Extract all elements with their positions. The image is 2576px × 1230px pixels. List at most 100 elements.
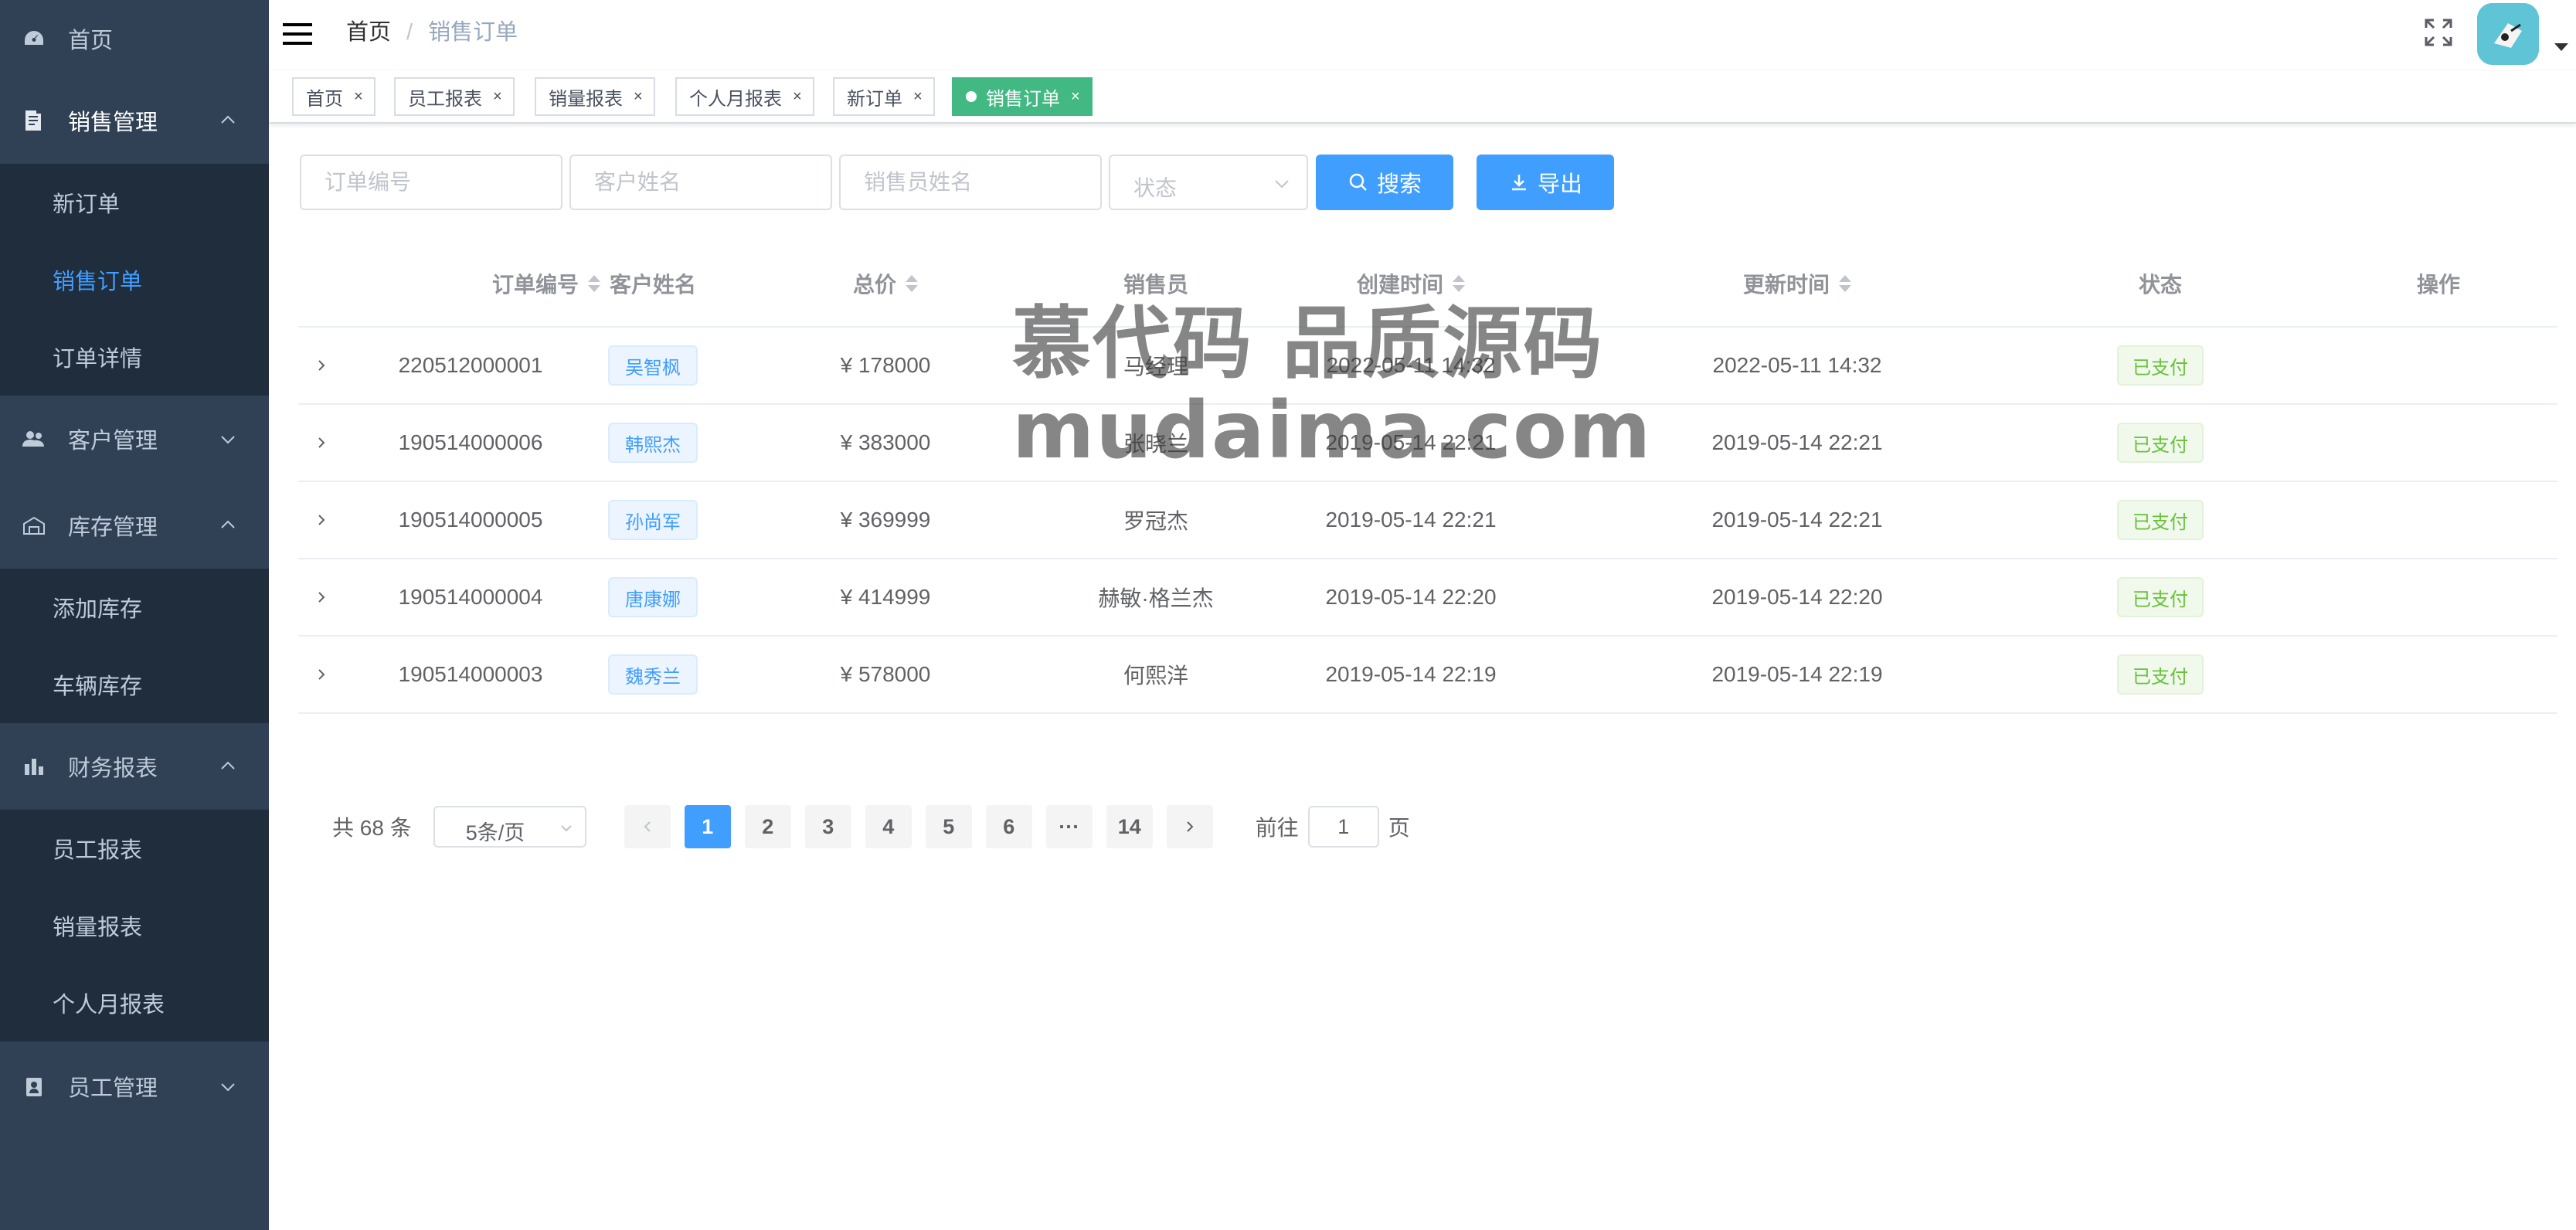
- sidebar-group-sales[interactable]: 销售管理: [0, 77, 269, 164]
- page-button[interactable]: 1: [684, 805, 731, 848]
- sidebar-item-monthly-report[interactable]: 个人月报表: [0, 964, 269, 1041]
- prev-page-button[interactable]: [624, 805, 671, 848]
- sidebar-item-sales-report[interactable]: 销量报表: [0, 887, 269, 964]
- breadcrumb-separator: /: [406, 20, 413, 45]
- sidebar-item-vehicle-stock[interactable]: 车辆库存: [0, 646, 269, 723]
- close-icon[interactable]: ×: [634, 88, 643, 106]
- cell-salesperson: 何熙洋: [1123, 664, 1188, 688]
- sidebar-group-finance[interactable]: 财务报表: [0, 723, 269, 810]
- sidebar-group-inventory[interactable]: 库存管理: [0, 482, 269, 569]
- tag-sales-report[interactable]: 销量报表 ×: [535, 77, 655, 116]
- page-button[interactable]: 4: [865, 805, 912, 848]
- sidebar-item-add-stock[interactable]: 添加库存: [0, 569, 269, 646]
- cell-salesperson: 张晓兰: [1123, 432, 1188, 456]
- close-icon[interactable]: ×: [493, 88, 502, 106]
- sidebar-group-label: 财务报表: [68, 756, 158, 781]
- document-icon: [22, 108, 46, 133]
- page-button[interactable]: 3: [804, 805, 851, 848]
- pagination-total: 共 68 条: [332, 816, 412, 840]
- cell-created: 2019-05-14 22:20: [1325, 585, 1497, 609]
- expand-icon[interactable]: [298, 482, 345, 558]
- table-row: 190514000005 孙尚军 ¥ 369999 罗冠杰 2019-05-14…: [298, 482, 2557, 559]
- page-unit-label: 页: [1388, 816, 1410, 840]
- expand-icon[interactable]: [298, 559, 345, 635]
- cell-status: 已支付: [2083, 405, 2238, 481]
- cell-created: 2019-05-14 22:21: [1325, 508, 1497, 532]
- chevron-up-icon: [221, 520, 235, 528]
- page-size-select[interactable]: 5条/页: [433, 806, 586, 848]
- search-icon: [1349, 173, 1367, 191]
- sort-icon[interactable]: [1839, 275, 1851, 292]
- download-icon: [1511, 175, 1526, 191]
- status-badge: 已支付: [2117, 345, 2204, 386]
- sidebar-group-employees[interactable]: 员工管理: [0, 1041, 269, 1131]
- sidebar-item-sales-order[interactable]: 销售订单: [0, 241, 269, 318]
- navbar: 首页 / 销售订单: [269, 0, 2576, 71]
- fullscreen-icon[interactable]: [2423, 17, 2454, 48]
- expand-icon[interactable]: [298, 328, 345, 403]
- customer-tag: 韩熙杰: [608, 423, 698, 463]
- header-created[interactable]: 创建时间: [1295, 243, 1527, 324]
- caret-down-icon[interactable]: [2554, 43, 2568, 51]
- tag-label: 销售订单: [986, 88, 1060, 110]
- sidebar-item-new-order[interactable]: 新订单: [0, 164, 269, 241]
- close-icon[interactable]: ×: [354, 88, 363, 106]
- close-icon[interactable]: ×: [913, 88, 923, 106]
- salesperson-name-input[interactable]: [839, 155, 1102, 210]
- sort-icon[interactable]: [1453, 275, 1465, 292]
- sidebar: 首页 销售管理 新订单 销售订单 订单详情 客户管理 库存管理 添加库存 车辆库…: [0, 0, 269, 1230]
- header-price[interactable]: 总价: [793, 243, 978, 324]
- hamburger-icon[interactable]: [281, 19, 315, 49]
- tag-new-order[interactable]: 新订单 ×: [833, 77, 935, 116]
- search-button[interactable]: 搜索: [1316, 155, 1453, 210]
- cell-updated: 2019-05-14 22:20: [1711, 585, 1883, 609]
- sidebar-group-customers[interactable]: 客户管理: [0, 396, 269, 482]
- cell-updated: 2019-05-14 22:21: [1711, 508, 1883, 532]
- sidebar-item-order-detail[interactable]: 订单详情: [0, 318, 269, 396]
- expand-icon[interactable]: [298, 405, 345, 481]
- page-button[interactable]: 2: [744, 805, 791, 848]
- cell-status: 已支付: [2083, 482, 2238, 558]
- header-actions: 操作: [2416, 273, 2460, 297]
- breadcrumb-home[interactable]: 首页: [346, 20, 391, 45]
- id-badge-icon: [22, 1074, 46, 1099]
- page-button[interactable]: 14: [1106, 805, 1153, 848]
- tag-employee-report[interactable]: 员工报表 ×: [394, 77, 515, 116]
- order-no-input[interactable]: [300, 155, 562, 210]
- cell-price: ¥ 578000: [840, 662, 931, 686]
- tag-home[interactable]: 首页 ×: [292, 77, 376, 116]
- status-badge: 已支付: [2117, 577, 2204, 617]
- customer-tag: 孙尚军: [608, 500, 698, 540]
- chevron-left-icon: [644, 821, 651, 832]
- cell-status: 已支付: [2083, 328, 2238, 403]
- page-button[interactable]: 5: [925, 805, 972, 848]
- sort-icon[interactable]: [906, 275, 918, 292]
- avatar-image-icon: [2477, 3, 2539, 65]
- tag-sales-order[interactable]: 销售订单 ×: [952, 77, 1093, 116]
- cell-created: 2019-05-14 22:19: [1325, 662, 1497, 686]
- avatar[interactable]: [2477, 3, 2539, 65]
- sidebar-item-home[interactable]: 首页: [0, 0, 269, 77]
- status-badge: 已支付: [2117, 654, 2204, 695]
- cell-salesperson: 马经理: [1123, 355, 1188, 379]
- next-page-button[interactable]: [1166, 805, 1213, 848]
- close-icon[interactable]: ×: [793, 88, 802, 106]
- close-icon[interactable]: ×: [1071, 88, 1080, 106]
- status-badge: 已支付: [2117, 500, 2204, 540]
- export-button[interactable]: 导出: [1477, 155, 1614, 210]
- expand-icon[interactable]: [298, 637, 345, 712]
- users-icon: [22, 426, 46, 451]
- more-pages-button[interactable]: ···: [1045, 805, 1093, 848]
- cell-updated: 2019-05-14 22:21: [1711, 430, 1883, 454]
- customer-name-input[interactable]: [569, 155, 832, 210]
- tag-monthly-report[interactable]: 个人月报表 ×: [675, 77, 814, 116]
- export-button-label: 导出: [1537, 172, 1582, 197]
- header-updated[interactable]: 更新时间: [1681, 243, 1913, 324]
- sidebar-group-label: 员工管理: [68, 1076, 158, 1101]
- table-row: 190514000004 唐康娜 ¥ 414999 赫敏·格兰杰 2019-05…: [298, 559, 2557, 637]
- goto-page-input[interactable]: [1307, 806, 1379, 848]
- page-button[interactable]: 6: [985, 805, 1032, 848]
- sidebar-item-employee-report[interactable]: 员工报表: [0, 810, 269, 887]
- table-row: 190514000003 魏秀兰 ¥ 578000 何熙洋 2019-05-14…: [298, 637, 2557, 714]
- status-select[interactable]: 状态: [1109, 155, 1308, 210]
